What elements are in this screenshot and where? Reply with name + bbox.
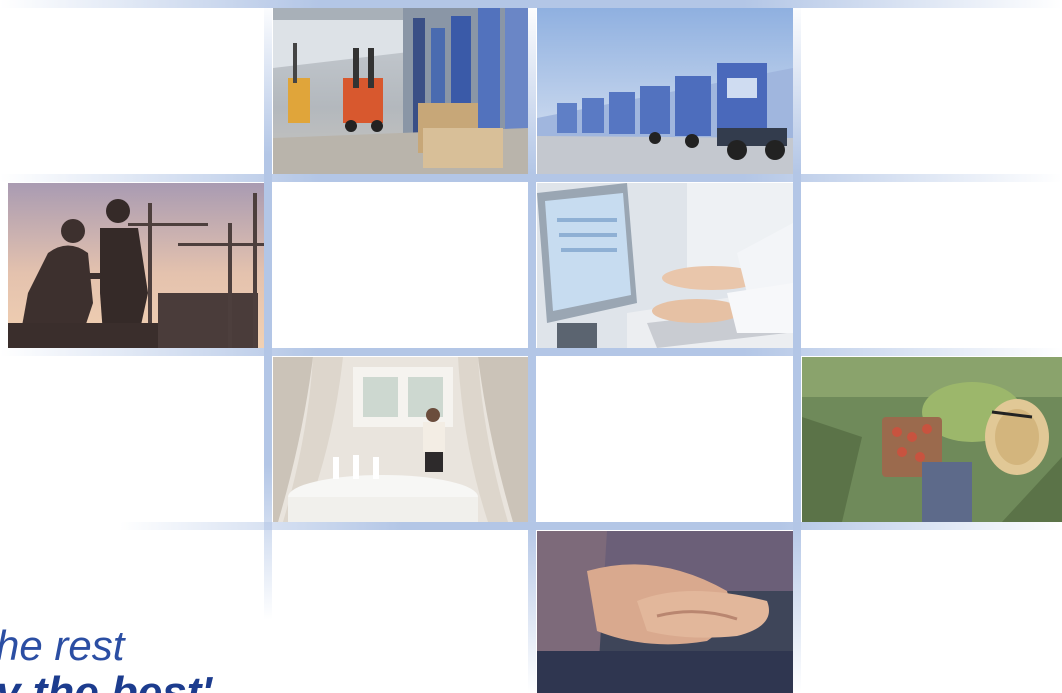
- blank-tile: [802, 183, 1062, 348]
- grid-line-row3: [120, 522, 1062, 530]
- office-photo: [537, 183, 793, 348]
- tagline-line-1: he rest: [0, 622, 125, 669]
- catering-photo: [273, 357, 528, 522]
- care-photo: [537, 531, 793, 693]
- grid-line-col2: [528, 0, 536, 693]
- tagline-line-2: y the best': [0, 668, 212, 693]
- grid-line-col1: [264, 0, 272, 620]
- warehouse-photo: [273, 8, 528, 174]
- blank-tile: [537, 357, 793, 522]
- trucks-photo: [537, 8, 793, 174]
- collage-page: he rest y the best': [0, 0, 1062, 693]
- grid-line-col3: [793, 0, 801, 693]
- farming-photo: [802, 357, 1062, 522]
- construction-photo: [8, 183, 264, 348]
- blank-tile: [273, 183, 528, 348]
